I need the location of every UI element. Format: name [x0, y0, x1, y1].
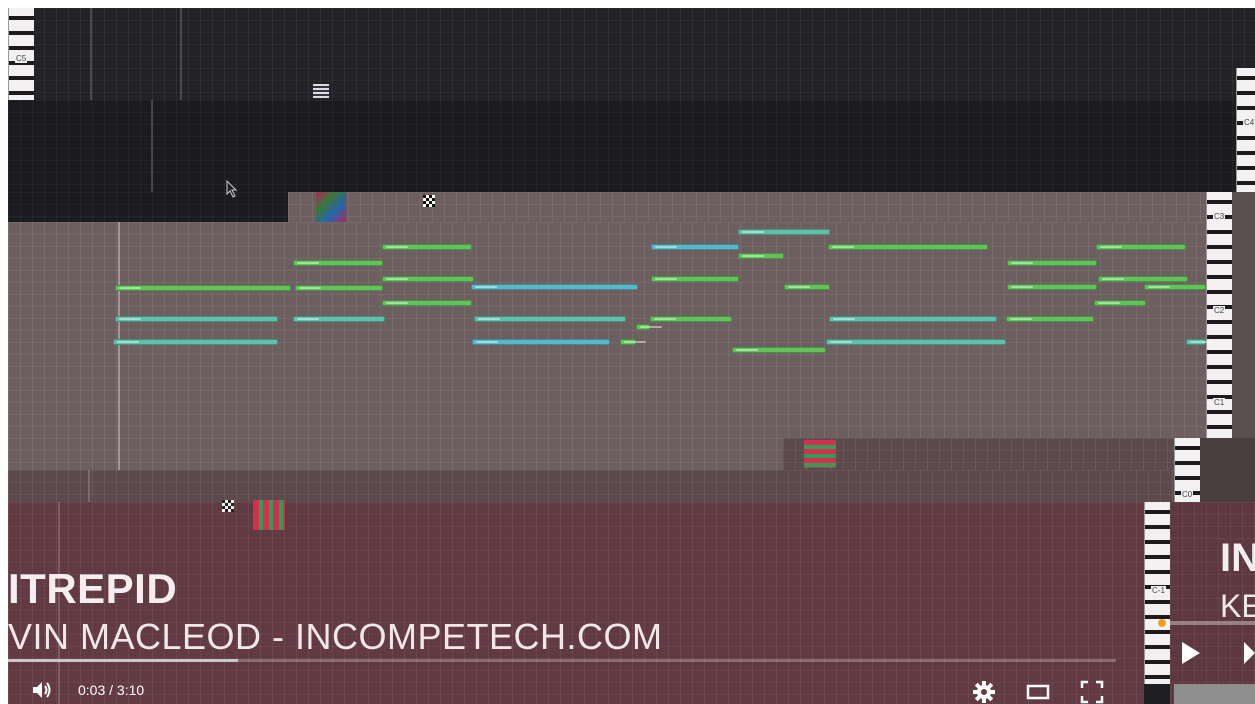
key-label-c1: C1 [1213, 398, 1226, 407]
volume-icon[interactable] [30, 678, 54, 702]
note [474, 316, 626, 322]
note [113, 339, 278, 345]
piano-keys-lower: C0 [1174, 438, 1200, 502]
note [293, 316, 385, 322]
glitch-artifact [316, 192, 346, 222]
glitch-artifact [804, 440, 836, 468]
next-video-control-bar [1174, 684, 1255, 704]
next-icon[interactable] [1242, 640, 1255, 666]
note [293, 260, 383, 266]
note [784, 284, 830, 290]
glitch-artifact [423, 195, 435, 207]
note [1006, 316, 1094, 322]
piano-keys-upper-right: C4 [1236, 68, 1255, 193]
note [1094, 300, 1146, 306]
key-label-c-1: C-1 [1151, 586, 1166, 595]
key-label-c2: C2 [1213, 306, 1226, 315]
key-label-c4: C4 [1243, 118, 1255, 127]
note [382, 300, 472, 306]
next-video-progress[interactable] [1153, 621, 1255, 625]
note [651, 276, 739, 282]
gear-icon[interactable] [972, 680, 996, 704]
note [471, 284, 638, 290]
note [650, 316, 732, 322]
piano-roll-band-lower [8, 470, 1174, 502]
next-video-scrubber[interactable] [1158, 619, 1166, 627]
note [472, 339, 610, 345]
note [829, 316, 997, 322]
key-label-c5: C5 [15, 54, 28, 63]
note [1098, 276, 1188, 282]
note [651, 244, 739, 250]
note [636, 324, 662, 330]
note [826, 339, 1006, 345]
piano-keys-bottom: C-1 [1144, 502, 1170, 684]
note [738, 253, 784, 259]
note [1007, 260, 1097, 266]
note [382, 276, 474, 282]
piano-roll-band-upper [8, 100, 1236, 192]
note [382, 244, 472, 250]
note [1007, 284, 1097, 290]
next-video-title: IN [1220, 536, 1255, 580]
video-frame[interactable]: C5 C4 C3 C2 C1 C0 C-1 ITREPID VIN MACLEO… [8, 8, 1255, 704]
play-icon[interactable] [1180, 640, 1202, 666]
glitch-artifact [313, 84, 329, 98]
note [828, 244, 988, 250]
piano-roll-right-gap [1232, 192, 1255, 438]
note [1144, 284, 1206, 290]
fullscreen-icon[interactable] [1080, 680, 1104, 704]
note [295, 285, 383, 291]
piano-roll-band-lower-right [783, 438, 1174, 470]
video-subtitle: VIN MACLEOD - INCOMPETECH.COM [8, 616, 663, 657]
player-controls: 0:03 / 3:10 [8, 662, 1144, 704]
key-label-c3: C3 [1213, 212, 1226, 221]
key-label-c0: C0 [1181, 490, 1194, 499]
video-title: ITREPID [8, 565, 178, 612]
glitch-artifact [253, 500, 285, 530]
piano-keys-main: C3 C2 C1 [1206, 192, 1232, 438]
note [738, 229, 830, 235]
piano-keys-top: C5 [8, 8, 34, 100]
mouse-cursor-icon [226, 180, 238, 198]
next-video-subtitle: KE [1220, 588, 1255, 624]
note [620, 339, 646, 345]
time-display: 0:03 / 3:10 [78, 682, 145, 698]
note [115, 285, 291, 291]
piano-roll-band-top [8, 8, 1255, 100]
note [115, 316, 278, 322]
theater-mode-icon[interactable] [1026, 680, 1050, 704]
glitch-artifact [222, 500, 234, 512]
note [1186, 339, 1212, 345]
note [1096, 244, 1186, 250]
lower-right-block [1200, 438, 1255, 502]
piano-roll-band-strip [8, 192, 288, 222]
note [732, 347, 826, 353]
